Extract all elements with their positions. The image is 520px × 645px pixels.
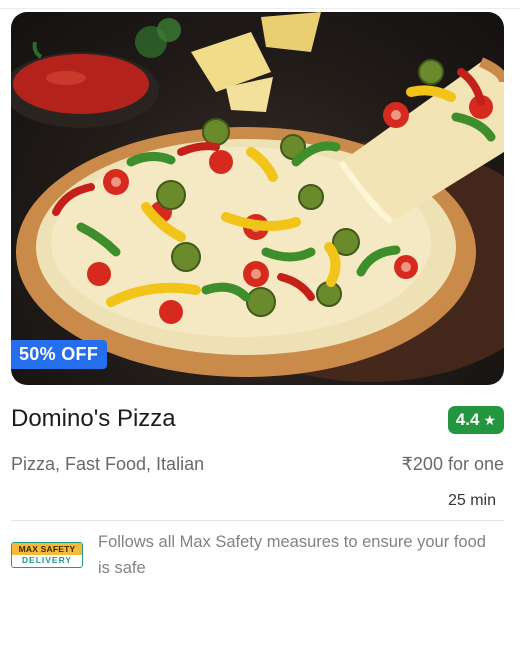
safety-message: Follows all Max Safety measures to ensur… <box>98 533 486 577</box>
pizza-illustration <box>11 12 504 382</box>
star-icon: ★ <box>483 412 496 428</box>
sauce-shape <box>13 54 149 114</box>
restaurant-image[interactable]: 50% OFF <box>11 12 504 385</box>
info-row: Pizza, Fast Food, Italian ₹200 for one <box>11 449 504 479</box>
offer-badge: 50% OFF <box>11 340 108 369</box>
rating-value: 4.4 <box>455 410 480 429</box>
delivery-time: 25 min <box>447 492 496 509</box>
safety-logo-bottom: DELIVERY <box>12 555 82 566</box>
max-safety-logo: MAX SAFETY DELIVERY <box>11 542 83 568</box>
section-divider <box>11 520 504 521</box>
restaurant-card[interactable]: 50% OFF Domino's Pizza 4.4 ★ Pizza, Fast… <box>11 12 504 577</box>
rating-badge: 4.4 ★ <box>447 406 504 434</box>
price-for-one: ₹200 for one <box>401 454 504 474</box>
restaurant-name[interactable]: Domino's Pizza <box>11 397 176 441</box>
cuisine-list: Pizza, Fast Food, Italian <box>11 454 205 474</box>
title-row: Domino's Pizza 4.4 ★ <box>11 397 504 441</box>
top-divider <box>0 8 520 9</box>
safety-logo-top: MAX SAFETY <box>12 543 82 555</box>
